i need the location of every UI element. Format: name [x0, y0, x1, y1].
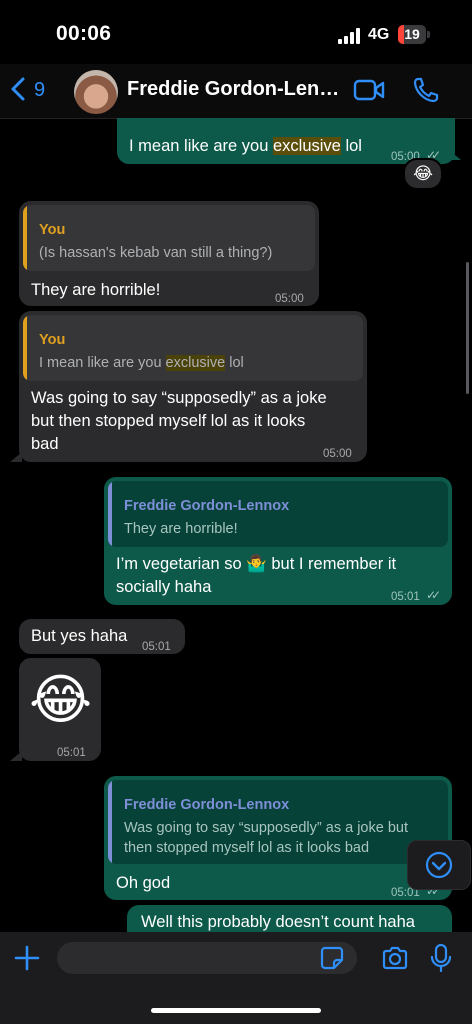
battery-tip: [427, 31, 430, 38]
message-time: 05:00: [323, 448, 352, 460]
message-incoming[interactable]: But yes haha 05:01: [19, 619, 185, 654]
message-outgoing[interactable]: Freddie Gordon-Lennox They are horrible!…: [104, 477, 452, 605]
contact-avatar[interactable]: [74, 70, 118, 114]
message-text: Well this probably doesn’t count haha: [141, 913, 415, 931]
message-outgoing[interactable]: I mean like are you exclusive lol 05:00 …: [117, 118, 455, 164]
network-label: 4G: [368, 26, 390, 43]
message-text: They are horrible!: [31, 281, 161, 299]
message-time: 05:01: [391, 591, 420, 603]
reaction-emoji: 😂: [413, 164, 433, 183]
sticker-icon[interactable]: [320, 946, 344, 970]
quoted-message[interactable]: You (Is hassan's kebab van still a thing…: [23, 205, 315, 271]
message-text: I mean like are you exclusive lol: [129, 137, 362, 155]
battery-icon: 19: [398, 25, 426, 44]
contact-name[interactable]: Freddie Gordon-Lenn...: [127, 78, 347, 101]
message-line: I’m vegetarian so 🤷‍♂️ but I remember it: [116, 555, 397, 573]
camera-icon[interactable]: [381, 946, 409, 970]
video-call-icon[interactable]: [353, 78, 385, 102]
signal-icon: [338, 28, 362, 44]
bubble-tail: [10, 452, 22, 462]
chevron-down-icon: [425, 851, 453, 879]
read-ticks-icon: ✓✓: [426, 588, 441, 602]
bubble-tail: [449, 150, 461, 160]
back-unread-count[interactable]: 9: [34, 79, 45, 102]
status-time: 00:06: [56, 22, 112, 45]
quote-line: then stopped myself lol as it looks bad: [124, 840, 370, 856]
quoted-message[interactable]: Freddie Gordon-Lennox They are horrible!: [108, 481, 448, 547]
scroll-to-bottom-button[interactable]: [407, 840, 471, 890]
message-time: 05:01: [57, 747, 86, 759]
plus-icon[interactable]: [14, 945, 40, 971]
phone-call-icon[interactable]: [412, 76, 440, 104]
battery-level: 19: [404, 26, 420, 42]
quoted-message[interactable]: Freddie Gordon-Lennox Was going to say “…: [108, 780, 448, 864]
message-line: Was going to say “supposedly” as a joke: [31, 389, 327, 407]
microphone-icon[interactable]: [430, 944, 452, 972]
message-incoming[interactable]: You (Is hassan's kebab van still a thing…: [19, 201, 319, 306]
quote-text: I mean like are you exclusive lol: [39, 355, 244, 371]
quote-author: Freddie Gordon-Lennox: [124, 797, 290, 813]
search-highlight: exclusive: [273, 137, 341, 155]
message-incoming[interactable]: You I mean like are you exclusive lol Wa…: [19, 311, 367, 462]
quote-text: (Is hassan's kebab van still a thing?): [39, 245, 273, 261]
shrug-emoji: 🤷‍♂️: [246, 555, 267, 573]
bubble-tail: [10, 751, 22, 761]
quote-line: Was going to say “supposedly” as a joke …: [124, 820, 408, 836]
back-chevron-icon[interactable]: [10, 76, 26, 102]
quoted-message[interactable]: You I mean like are you exclusive lol: [23, 315, 363, 381]
quote-author: Freddie Gordon-Lennox: [124, 498, 290, 514]
search-highlight: exclusive: [165, 355, 226, 371]
message-incoming-emoji[interactable]: 😂 05:01: [19, 658, 101, 761]
chat-header: 9 Freddie Gordon-Lenn...: [0, 64, 472, 119]
scrollbar[interactable]: [466, 262, 469, 394]
message-text: Oh god: [116, 874, 171, 892]
message-outgoing[interactable]: Freddie Gordon-Lennox Was going to say “…: [104, 776, 452, 900]
quote-author: You: [39, 222, 66, 238]
message-line: but then stopped myself lol as it looks: [31, 412, 306, 430]
message-time: 05:00: [275, 293, 304, 305]
reaction-badge[interactable]: 😂: [403, 158, 443, 190]
message-line: socially haha: [116, 578, 212, 596]
message-line: bad: [31, 435, 59, 453]
emoji-message: 😂: [29, 670, 93, 730]
home-indicator: [151, 1008, 321, 1013]
quote-author: You: [39, 332, 66, 348]
message-input[interactable]: [57, 942, 357, 974]
message-time: 05:01: [142, 641, 171, 653]
quote-text: They are horrible!: [124, 521, 238, 537]
message-text: But yes haha: [31, 627, 128, 645]
